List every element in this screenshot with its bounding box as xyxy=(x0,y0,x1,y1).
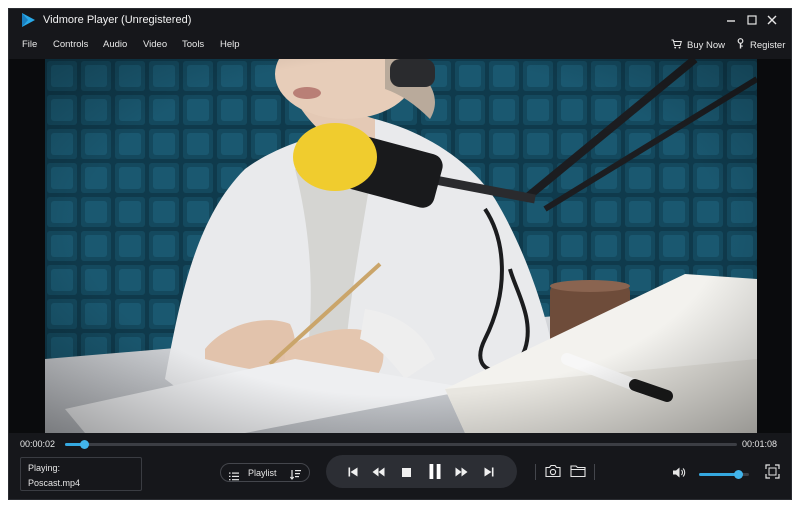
register-button[interactable]: Register xyxy=(736,37,785,53)
now-playing-file: Poscast.mp4 xyxy=(28,478,81,488)
window-title: Vidmore Player (Unregistered) xyxy=(43,14,192,26)
buy-now-label: Buy Now xyxy=(687,39,726,51)
seek-bar[interactable] xyxy=(65,440,737,449)
menu-file[interactable]: File xyxy=(22,39,37,50)
volume-icon[interactable] xyxy=(672,466,686,484)
fast-forward-icon[interactable] xyxy=(452,463,470,481)
sort-icon[interactable] xyxy=(289,467,301,485)
menu-video[interactable]: Video xyxy=(143,39,167,50)
video-picture xyxy=(45,59,757,433)
fullscreen-icon[interactable] xyxy=(765,464,780,484)
now-playing-label: Playing: xyxy=(28,463,61,473)
folder-icon[interactable] xyxy=(570,464,586,483)
menu-controls[interactable]: Controls xyxy=(53,39,88,50)
close-icon[interactable] xyxy=(764,12,780,28)
register-label: Register xyxy=(750,39,786,51)
camera-icon[interactable] xyxy=(545,464,561,483)
transport-controls xyxy=(326,455,517,488)
total-time: 00:01:08 xyxy=(742,439,778,449)
now-playing-box: Playing: Poscast.mp4 xyxy=(20,457,142,491)
volume-slider[interactable] xyxy=(699,470,749,479)
key-icon xyxy=(736,38,745,52)
menu-audio[interactable]: Audio xyxy=(103,39,127,50)
title-bar: Vidmore Player (Unregistered) xyxy=(9,9,791,31)
minimize-icon[interactable] xyxy=(723,12,739,28)
player-window: Vidmore Player (Unregistered) File Contr… xyxy=(8,8,792,500)
volume-handle[interactable] xyxy=(734,470,743,479)
playlist-button[interactable]: Playlist xyxy=(220,463,310,482)
rewind-icon[interactable] xyxy=(369,463,387,481)
maximize-icon[interactable] xyxy=(744,12,760,28)
separator xyxy=(535,464,536,480)
app-logo-icon xyxy=(20,12,36,28)
video-frame[interactable] xyxy=(9,59,791,433)
cart-icon xyxy=(671,39,682,52)
separator xyxy=(594,464,595,480)
skip-next-icon[interactable] xyxy=(480,463,498,481)
current-time: 00:00:02 xyxy=(20,439,56,449)
menu-help[interactable]: Help xyxy=(220,39,240,50)
pause-icon[interactable] xyxy=(425,461,445,481)
seek-handle[interactable] xyxy=(79,440,89,449)
playlist-label: Playlist xyxy=(248,468,277,478)
list-icon xyxy=(229,468,239,486)
menu-bar: File Controls Audio Video Tools Help Buy… xyxy=(9,37,791,55)
skip-previous-icon[interactable] xyxy=(344,463,362,481)
volume-level xyxy=(699,473,738,476)
buy-now-button[interactable]: Buy Now xyxy=(671,37,725,53)
menu-tools[interactable]: Tools xyxy=(182,39,204,50)
stop-icon[interactable] xyxy=(397,463,415,481)
